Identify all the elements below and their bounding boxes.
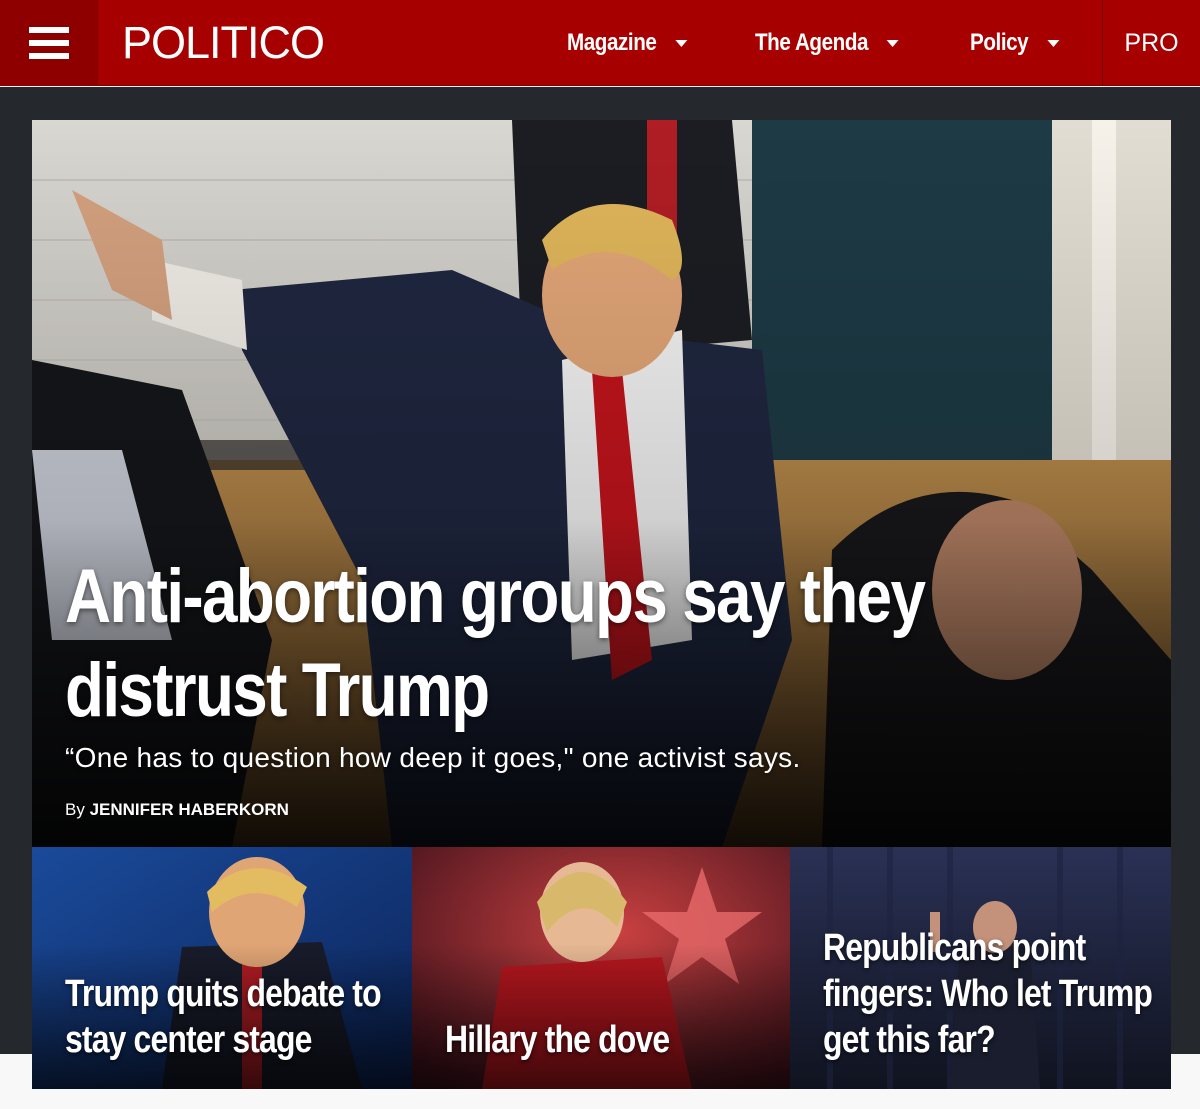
nav-item-label: Policy bbox=[970, 29, 1029, 56]
politico-logo[interactable]: POLITICO bbox=[122, 0, 325, 85]
story-card[interactable]: Hillary the dove bbox=[412, 847, 790, 1089]
nav-item-the-agenda[interactable]: The Agenda bbox=[755, 29, 899, 57]
hero-text: Anti-abortion groups say they distrust T… bbox=[65, 550, 1065, 820]
story-headline[interactable]: Trump quits debate to stay center stage bbox=[65, 971, 409, 1063]
nav-item-magazine[interactable]: Magazine bbox=[566, 29, 688, 57]
byline-prefix: By bbox=[65, 800, 85, 819]
caret-down-icon bbox=[675, 39, 688, 47]
story-card[interactable]: Republicans point fingers: Who let Trump… bbox=[790, 847, 1171, 1089]
main-nav: Magazine The Agenda Policy PRO bbox=[567, 0, 1200, 86]
author-link[interactable]: JENNIFER HABERKORN bbox=[90, 800, 289, 819]
nav-item-label: Magazine bbox=[566, 29, 657, 56]
caret-down-icon bbox=[886, 39, 899, 47]
byline: By JENNIFER HABERKORN bbox=[65, 800, 1065, 820]
nav-item-policy[interactable]: Policy bbox=[970, 29, 1060, 57]
story-headline[interactable]: Hillary the dove bbox=[445, 1017, 781, 1063]
menu-button[interactable] bbox=[0, 0, 98, 86]
hero-headline[interactable]: Anti-abortion groups say they distrust T… bbox=[65, 550, 947, 738]
hero-dek: “One has to question how deep it goes," … bbox=[65, 742, 801, 773]
hamburger-icon bbox=[29, 27, 69, 59]
story-headline[interactable]: Republicans point fingers: Who let Trump… bbox=[823, 925, 1159, 1063]
pro-link[interactable]: PRO bbox=[1102, 0, 1200, 86]
story-card[interactable]: Trump quits debate to stay center stage bbox=[32, 847, 412, 1089]
top-navigation-bar: POLITICO Magazine The Agenda Policy PRO bbox=[0, 0, 1200, 86]
hero-story[interactable]: Anti-abortion groups say they distrust T… bbox=[32, 120, 1171, 847]
caret-down-icon bbox=[1047, 39, 1060, 47]
nav-item-label: The Agenda bbox=[754, 29, 868, 56]
